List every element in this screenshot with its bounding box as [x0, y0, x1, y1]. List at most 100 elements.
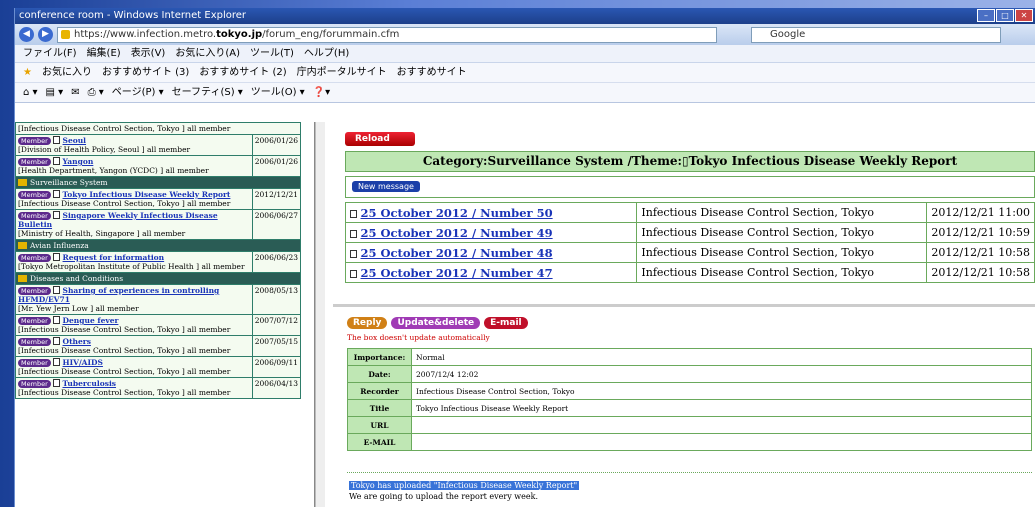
topic-link[interactable]: Tuberculosis [63, 379, 116, 388]
back-icon[interactable]: ◀ [19, 27, 34, 42]
fav-item-1[interactable]: おすすめサイト (3) [102, 63, 189, 82]
list-item-main: Member Seoul [Division of Health Policy, … [15, 134, 253, 156]
document-icon [53, 190, 61, 198]
search-input[interactable]: Google [751, 26, 1001, 43]
maximize-button[interactable]: □ [996, 9, 1014, 22]
url-host: tokyo.jp [216, 28, 263, 40]
menu-favorites[interactable]: お気に入り(A) [175, 45, 240, 62]
table-row: 25 October 2012 / Number 49 Infectious Di… [345, 222, 1035, 243]
list-item-sub: [Tokyo Metropolitan Institute of Public … [18, 262, 245, 271]
table-row: Importance: Normal [347, 348, 1032, 366]
member-badge: Member [18, 359, 51, 367]
table-row: 25 October 2012 / Number 47 Infectious Di… [345, 262, 1035, 283]
list-item-main: Member Sharing of experiences in control… [15, 284, 253, 315]
message-frame: Reload Category:Surveillance System /The… [333, 122, 1035, 507]
message-link[interactable]: 25 October 2012 / Number 49 [361, 226, 553, 240]
category-title: Category:Surveillance System /Theme:▯Tok… [345, 151, 1035, 172]
topic-link[interactable]: Request for information [63, 253, 165, 262]
list-item-main: Member Request for information [Tokyo Met… [15, 251, 253, 273]
detail-key: Date: [347, 365, 412, 383]
command-bar: ⌂ ▾ ▤ ▾ ✉ ⎙ ▾ ページ(P) ▾ セーフティ(S) ▾ ツール(O)… [15, 83, 1035, 103]
member-badge: Member [18, 254, 51, 262]
message-date: 2012/12/21 10:59 [926, 222, 1035, 243]
detail-key: URL [347, 416, 412, 434]
document-icon [53, 286, 61, 294]
scrollbar[interactable] [315, 122, 325, 507]
frame-divider[interactable] [333, 304, 1035, 307]
fav-item-4[interactable]: おすすめサイト [397, 63, 467, 82]
email-button[interactable]: E-mail [484, 317, 528, 329]
list-item-sub: [Infectious Disease Control Section, Tok… [18, 346, 231, 355]
document-icon [53, 337, 61, 345]
message-link[interactable]: 25 October 2012 / Number 50 [361, 206, 553, 220]
address-toolbar: ◀ ▶ https://www.infection.metro.tokyo.jp… [15, 24, 1035, 45]
close-button[interactable]: ✕ [1015, 9, 1033, 22]
list-item-sub: [Health Department, Yangon (YCDC) ] all … [18, 166, 209, 175]
help-icon[interactable]: ❓▾ [313, 83, 330, 102]
new-message-button[interactable]: New message [352, 181, 420, 192]
list-item: [Infectious Disease Control Section, Tok… [15, 122, 301, 135]
menu-help[interactable]: ヘルプ(H) [304, 45, 349, 62]
message-list: 25 October 2012 / Number 50 Infectious Di… [345, 202, 1035, 283]
topic-link[interactable]: Tokyo Infectious Disease Weekly Report [63, 190, 231, 199]
forum-list-frame: [Infectious Disease Control Section, Tok… [15, 122, 315, 507]
tool-safety[interactable]: セーフティ(S) ▾ [172, 83, 243, 102]
tool-tools[interactable]: ツール(O) ▾ [251, 83, 305, 102]
message-title-cell: 25 October 2012 / Number 47 [345, 262, 638, 283]
list-item: Member Singapore Weekly Infectious Disea… [15, 209, 302, 240]
menu-file[interactable]: ファイル(F) [23, 45, 77, 62]
document-icon [350, 269, 357, 278]
home-icon[interactable]: ⌂ ▾ [23, 83, 38, 102]
mail-icon[interactable]: ✉ [71, 83, 79, 102]
topic-link[interactable]: Dengue fever [63, 316, 119, 325]
list-item-main: Member Tuberculosis [Infectious Disease C… [15, 377, 253, 399]
member-badge: Member [18, 287, 51, 295]
menu-tools[interactable]: ツール(T) [250, 45, 294, 62]
list-item-sub: [Infectious Disease Control Section, Tok… [18, 325, 231, 334]
document-icon [53, 379, 61, 387]
menu-edit[interactable]: 編集(E) [87, 45, 121, 62]
message-title-cell: 25 October 2012 / Number 48 [345, 242, 638, 263]
message-sender: Infectious Disease Control Section, Toky… [636, 262, 928, 283]
star-icon: ★ [23, 67, 32, 78]
list-item-date: 2006/06/23 [251, 251, 302, 273]
category-text: Surveillance System [30, 178, 108, 187]
topic-link[interactable]: Seoul [63, 136, 87, 145]
forward-icon[interactable]: ▶ [38, 27, 53, 42]
address-field[interactable]: https://www.infection.metro.tokyo.jp/for… [57, 26, 717, 43]
list-item-sub: [Ministry of Health, Singapore ] all mem… [18, 229, 186, 238]
document-icon [53, 316, 61, 324]
document-icon [53, 253, 61, 261]
member-badge: Member [18, 338, 51, 346]
topic-link[interactable]: Yangon [63, 157, 94, 166]
message-sender: Infectious Disease Control Section, Toky… [636, 242, 928, 263]
update-delete-button[interactable]: Update&delete [391, 317, 481, 329]
list-item-sub: [Infectious Disease Control Section, Tok… [18, 199, 231, 208]
list-item-main: Member Others [Infectious Disease Control… [15, 335, 253, 357]
list-item: Member Sharing of experiences in control… [15, 284, 302, 315]
menu-view[interactable]: 表示(V) [131, 45, 166, 62]
message-date: 2012/12/21 11:00 [926, 202, 1035, 223]
folder-icon [18, 242, 27, 249]
list-item: Member Tuberculosis [Infectious Disease C… [15, 377, 302, 399]
tool-page[interactable]: ページ(P) ▾ [112, 83, 164, 102]
minimize-button[interactable]: – [977, 9, 995, 22]
reply-button[interactable]: Reply [347, 317, 388, 329]
forum-list: [Infectious Disease Control Section, Tok… [15, 122, 302, 399]
detail-value: Infectious Disease Control Section, Toky… [411, 382, 1032, 400]
list-item: Member Seoul [Division of Health Policy, … [15, 134, 302, 156]
message-link[interactable]: 25 October 2012 / Number 48 [361, 246, 553, 260]
member-badge: Member [18, 317, 51, 325]
reload-button[interactable]: Reload [345, 132, 415, 146]
print-icon[interactable]: ⎙ ▾ [88, 83, 104, 102]
menu-bar: ファイル(F) 編集(E) 表示(V) お気に入り(A) ツール(T) ヘルプ(… [15, 45, 1035, 63]
fav-item-2[interactable]: おすすめサイト (2) [199, 63, 286, 82]
topic-link[interactable]: HIV/AIDS [63, 358, 103, 367]
list-item-date: 2007/05/15 [251, 335, 302, 357]
list-item: Member Tokyo Infectious Disease Weekly R… [15, 188, 302, 210]
topic-link[interactable]: Others [63, 337, 91, 346]
fav-item-3[interactable]: 庁内ポータルサイト [297, 63, 387, 82]
fav-item-0[interactable]: お気に入り [42, 63, 92, 82]
feeds-icon[interactable]: ▤ ▾ [46, 83, 64, 102]
message-link[interactable]: 25 October 2012 / Number 47 [361, 266, 553, 280]
